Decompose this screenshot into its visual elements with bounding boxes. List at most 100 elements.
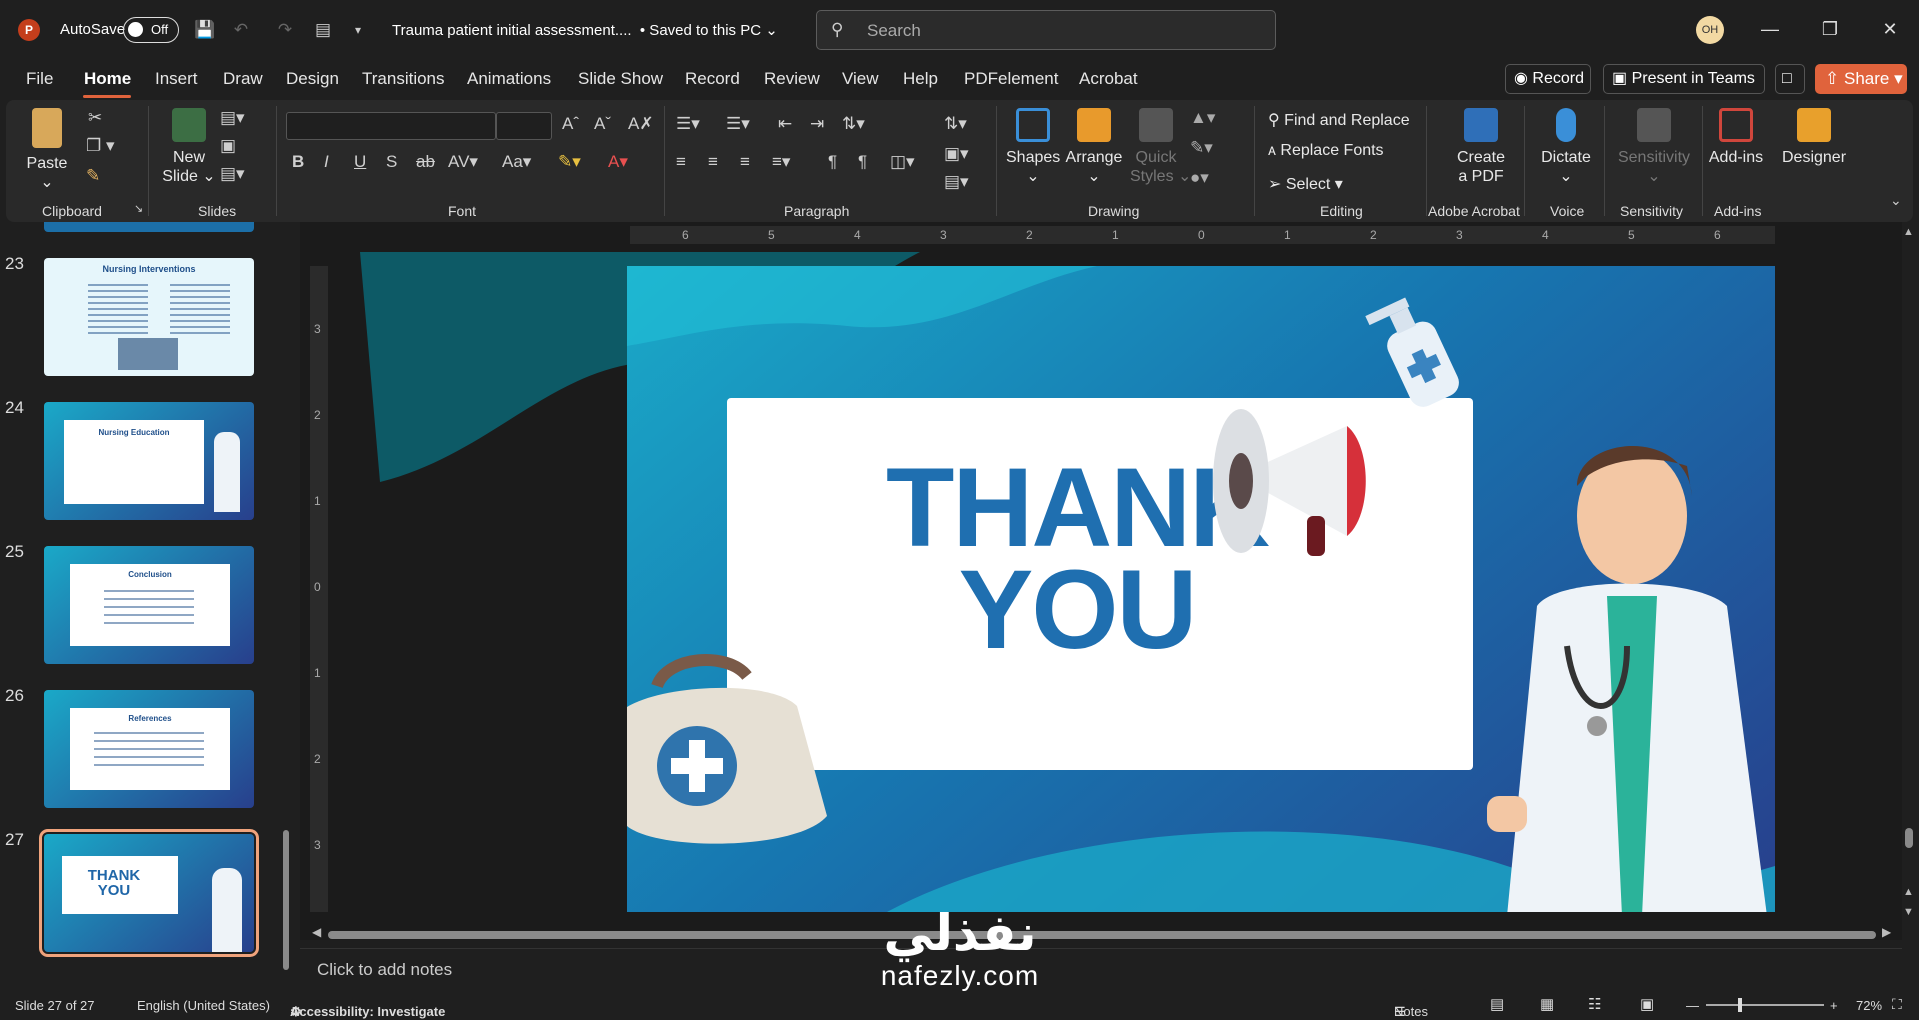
- clear-formatting-icon[interactable]: A✗: [628, 114, 654, 134]
- text-direction-v-icon[interactable]: ⇅▾: [944, 114, 967, 134]
- save-icon[interactable]: 💾: [192, 17, 218, 43]
- find-and-replace-button[interactable]: ⚲ Find and Replace: [1268, 110, 1410, 130]
- line-spacing-icon[interactable]: ⇅▾: [842, 114, 865, 134]
- current-slide[interactable]: THANK YOU: [627, 266, 1775, 912]
- increase-font-icon[interactable]: Aˆ: [562, 114, 579, 134]
- section-icon[interactable]: ▤▾: [220, 164, 245, 184]
- align-center-icon[interactable]: ≡: [708, 152, 718, 172]
- tab-transitions[interactable]: Transitions: [362, 69, 445, 89]
- fit-to-window-icon[interactable]: ⛶: [1892, 996, 1902, 1013]
- new-slide-button[interactable]: New Slide ⌄: [162, 108, 216, 186]
- next-slide-icon[interactable]: ▼: [1903, 906, 1914, 918]
- strikethrough-icon[interactable]: ab: [416, 152, 435, 172]
- dictate-button[interactable]: Dictate ⌄: [1534, 108, 1598, 186]
- replace-fonts-button[interactable]: ᴀ Replace Fonts: [1268, 142, 1384, 160]
- rtl-icon[interactable]: ¶: [858, 152, 867, 172]
- decrease-font-icon[interactable]: Aˇ: [594, 114, 611, 134]
- copy-icon[interactable]: ❐ ▾: [86, 136, 115, 156]
- undo-icon[interactable]: ↶: [228, 17, 254, 43]
- thank-you-line-2[interactable]: YOU: [867, 554, 1287, 666]
- columns-icon[interactable]: ◫▾: [890, 152, 915, 172]
- numbering-icon[interactable]: ☰▾: [726, 114, 750, 134]
- tab-home[interactable]: Home: [84, 69, 131, 89]
- slideshow-view-icon[interactable]: ▣: [1640, 995, 1654, 1013]
- share-button[interactable]: ⇧ Share ▾: [1815, 64, 1907, 94]
- comments-button[interactable]: □: [1775, 64, 1805, 94]
- tab-review[interactable]: Review: [764, 69, 820, 89]
- vertical-scroll-thumb[interactable]: [1905, 828, 1913, 848]
- notes-pane[interactable]: Click to add notes: [300, 948, 1902, 990]
- align-text-icon[interactable]: ▣▾: [944, 144, 969, 164]
- notes-placeholder[interactable]: Click to add notes: [317, 960, 452, 980]
- close-icon[interactable]: ✕: [1870, 14, 1910, 44]
- font-family-dropdown[interactable]: [286, 112, 496, 140]
- change-case-icon[interactable]: Aa▾: [502, 152, 531, 172]
- tab-help[interactable]: Help: [903, 69, 938, 89]
- shape-effects-icon[interactable]: ●▾: [1190, 168, 1209, 188]
- shape-outline-icon[interactable]: ✎▾: [1190, 138, 1213, 158]
- present-in-teams-button[interactable]: ▣ Present in Teams: [1603, 64, 1765, 94]
- restore-icon[interactable]: ❐: [1810, 14, 1850, 44]
- thumbnail-26[interactable]: References: [44, 690, 254, 808]
- zoom-out-icon[interactable]: —: [1686, 998, 1699, 1013]
- text-direction-icon[interactable]: ¶: [828, 152, 837, 172]
- thumbnail-25[interactable]: Conclusion: [44, 546, 254, 664]
- scroll-left-icon[interactable]: ◀: [312, 925, 321, 939]
- designer-button[interactable]: Designer: [1776, 108, 1852, 167]
- tab-insert[interactable]: Insert: [155, 69, 198, 89]
- quick-styles-button[interactable]: Quick Styles ⌄: [1130, 108, 1191, 186]
- decrease-indent-icon[interactable]: ⇤: [778, 114, 792, 134]
- tab-pdfelement[interactable]: PDFelement: [964, 69, 1058, 89]
- tab-file[interactable]: File: [26, 69, 53, 89]
- font-size-dropdown[interactable]: [496, 112, 552, 140]
- previous-slide-icon[interactable]: ▲: [1903, 886, 1914, 898]
- italic-icon[interactable]: I: [324, 152, 329, 172]
- align-left-icon[interactable]: ≡: [676, 152, 686, 172]
- tab-acrobat[interactable]: Acrobat: [1079, 69, 1138, 89]
- shape-fill-icon[interactable]: ▲▾: [1190, 108, 1215, 128]
- format-painter-icon[interactable]: ✎: [86, 166, 100, 186]
- customize-qat-icon[interactable]: ▾: [345, 17, 371, 43]
- scroll-right-icon[interactable]: ▶: [1882, 925, 1891, 939]
- thumbnail-22-partial[interactable]: [44, 222, 254, 232]
- normal-view-icon[interactable]: ▤: [1490, 995, 1504, 1013]
- canvas-vertical-scrollbar[interactable]: ▲ ▲ ▼: [1902, 226, 1916, 926]
- scroll-thumb[interactable]: [283, 830, 289, 970]
- create-pdf-button[interactable]: Create a PDF: [1448, 108, 1514, 186]
- avatar[interactable]: OH: [1696, 16, 1724, 44]
- zoom-in-icon[interactable]: +: [1830, 998, 1838, 1013]
- redo-icon[interactable]: ↷: [272, 17, 298, 43]
- zoom-slider[interactable]: [1706, 998, 1824, 1012]
- font-color-icon[interactable]: A▾: [608, 152, 628, 172]
- language-indicator[interactable]: English (United States): [137, 998, 270, 1013]
- shadow-icon[interactable]: S: [386, 152, 397, 172]
- bold-icon[interactable]: B: [292, 152, 304, 172]
- smartart-icon[interactable]: ▤▾: [944, 172, 969, 192]
- reset-icon[interactable]: ▣: [220, 136, 236, 156]
- sensitivity-button[interactable]: Sensitivity ⌄: [1610, 108, 1698, 186]
- bullets-icon[interactable]: ☰▾: [676, 114, 700, 134]
- thumbnail-27[interactable]: THANK YOU: [39, 829, 259, 957]
- paste-button[interactable]: Paste ⌄: [24, 108, 70, 192]
- slide-sorter-icon[interactable]: ▦: [1540, 995, 1554, 1013]
- thumbnail-24[interactable]: Nursing Education: [44, 402, 254, 520]
- document-title[interactable]: Trauma patient initial assessment.... • …: [392, 21, 778, 39]
- underline-icon[interactable]: U: [354, 152, 366, 172]
- layout-icon[interactable]: ▤▾: [220, 108, 245, 128]
- arrange-button[interactable]: Arrange ⌄: [1064, 108, 1124, 186]
- horizontal-scrollbar[interactable]: ◀ ▶: [312, 925, 1892, 942]
- thumbnail-23[interactable]: Nursing Interventions: [44, 258, 254, 376]
- zoom-slider-thumb[interactable]: [1738, 998, 1742, 1012]
- scroll-up-icon[interactable]: ▲: [1903, 226, 1914, 238]
- tab-design[interactable]: Design: [286, 69, 339, 89]
- collapse-ribbon-icon[interactable]: ⌄: [1890, 192, 1902, 209]
- char-spacing-icon[interactable]: AV▾: [448, 152, 478, 172]
- thumbnail-scrollbar[interactable]: [281, 230, 291, 975]
- minimize-icon[interactable]: —: [1750, 14, 1790, 44]
- horizontal-scroll-thumb[interactable]: [328, 931, 1876, 939]
- add-ins-button[interactable]: Add-ins: [1706, 108, 1766, 167]
- increase-indent-icon[interactable]: ⇥: [810, 114, 824, 134]
- present-from-start-icon[interactable]: ▤: [310, 17, 336, 43]
- record-button[interactable]: ◉ Record: [1505, 64, 1591, 94]
- tab-animations[interactable]: Animations: [467, 69, 551, 89]
